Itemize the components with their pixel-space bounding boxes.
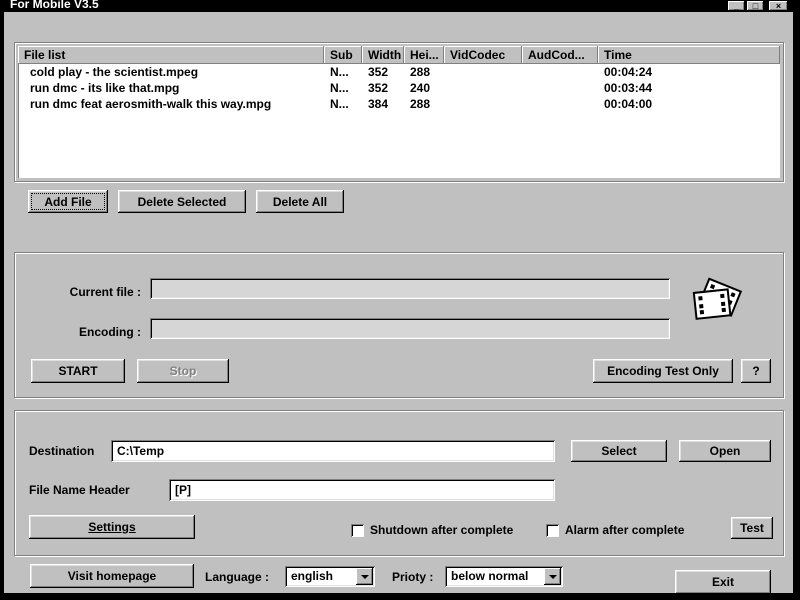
priority-dropdown[interactable]: below normal [445,566,563,587]
priority-selected-value: below normal [451,569,529,583]
output-group: Destination Select Open File Name Header… [14,410,784,556]
add-file-button[interactable]: Add File [28,190,108,213]
alarm-checkbox-label[interactable]: Alarm after complete [565,524,684,537]
exit-button[interactable]: Exit [675,570,771,594]
file-vidcodec [444,80,522,96]
start-button[interactable]: START [31,359,125,383]
file-audcodec [522,64,598,80]
shutdown-checkbox[interactable] [351,524,364,537]
stop-button: Stop [137,359,229,383]
close-button[interactable]: × [769,1,788,11]
delete-all-button[interactable]: Delete All [256,190,344,213]
file-time: 00:04:00 [604,97,653,111]
desktop: { "window": { "title": "For Mobile V3.5"… [0,0,800,600]
language-dropdown[interactable]: english [285,566,375,587]
column-header-audcodec[interactable]: AudCod... [522,46,598,64]
file-name: run dmc feat aerosmith-walk this way.mpg [30,97,272,111]
settings-button-label: Settings [88,520,136,534]
file-row[interactable]: run dmc feat aerosmith-walk this way.mpg… [18,96,780,112]
column-header-time[interactable]: Time [598,46,780,64]
column-header-height[interactable]: Hei... [404,46,444,64]
file-row[interactable]: cold play - the scientist.mpeg N... 352 … [18,64,780,80]
file-name: cold play - the scientist.mpeg [30,65,199,79]
file-vidcodec [444,96,522,112]
column-header-vidcodec[interactable]: VidCodec [444,46,522,64]
file-time: 00:04:24 [604,65,653,79]
column-header-sub[interactable]: Sub [324,46,362,64]
current-file-label: Current file : [69,285,141,299]
file-width: 352 [368,81,389,95]
encoding-field[interactable] [150,318,670,339]
file-list-panel: File list Sub Width Hei... VidCodec AudC… [14,42,784,182]
window-title: For Mobile V3.5 [10,0,99,11]
shutdown-checkbox-label[interactable]: Shutdown after complete [370,524,513,537]
file-height: 240 [410,81,431,95]
file-sub: N... [330,97,349,111]
file-audcodec [522,96,598,112]
film-icon [687,267,747,329]
file-audcodec [522,80,598,96]
file-height: 288 [410,97,431,111]
column-header-file-list[interactable]: File list [18,46,324,64]
alarm-checkbox[interactable] [546,524,559,537]
file-width: 352 [368,65,389,79]
visit-homepage-button[interactable]: Visit homepage [30,564,194,588]
settings-button[interactable]: Settings [29,515,195,539]
file-sub: N... [330,65,349,79]
test-button[interactable]: Test [731,517,773,539]
language-label: Language : [205,570,270,584]
encoding-test-only-button[interactable]: Encoding Test Only [593,359,733,383]
file-width: 384 [368,97,389,111]
encoding-group: Current file : Encoding : START Stop Enc [14,252,784,398]
column-header-width[interactable]: Width [362,46,404,64]
encoding-label: Encoding : [79,325,141,339]
minimize-button[interactable]: _ [728,1,745,11]
file-list[interactable]: File list Sub Width Hei... VidCodec AudC… [18,46,780,178]
delete-selected-button[interactable]: Delete Selected [118,190,246,213]
priority-label: Prioty : [392,570,434,584]
file-name-header-label: File Name Header [29,483,130,497]
file-name-header-field[interactable] [169,479,555,501]
title-bar[interactable]: For Mobile V3.5 _ □ × [4,0,796,12]
select-button[interactable]: Select [571,440,667,462]
file-time: 00:03:44 [604,81,653,95]
file-sub: N... [330,81,349,95]
file-height: 288 [410,65,431,79]
file-list-header: File list Sub Width Hei... VidCodec AudC… [18,46,780,64]
open-button[interactable]: Open [679,440,771,462]
destination-field[interactable] [111,440,555,462]
file-vidcodec [444,64,522,80]
language-selected-value: english [291,569,334,583]
maximize-button[interactable]: □ [747,1,764,11]
chevron-down-icon[interactable] [356,568,373,585]
help-button[interactable]: ? [741,359,771,383]
app-window: File list Sub Width Hei... VidCodec AudC… [4,12,793,594]
current-file-field[interactable] [150,278,670,299]
file-name: run dmc - its like that.mpg [30,81,180,95]
destination-label: Destination [29,444,95,458]
chevron-down-icon[interactable] [544,568,561,585]
file-row[interactable]: run dmc - its like that.mpg N... 352 240… [18,80,780,96]
